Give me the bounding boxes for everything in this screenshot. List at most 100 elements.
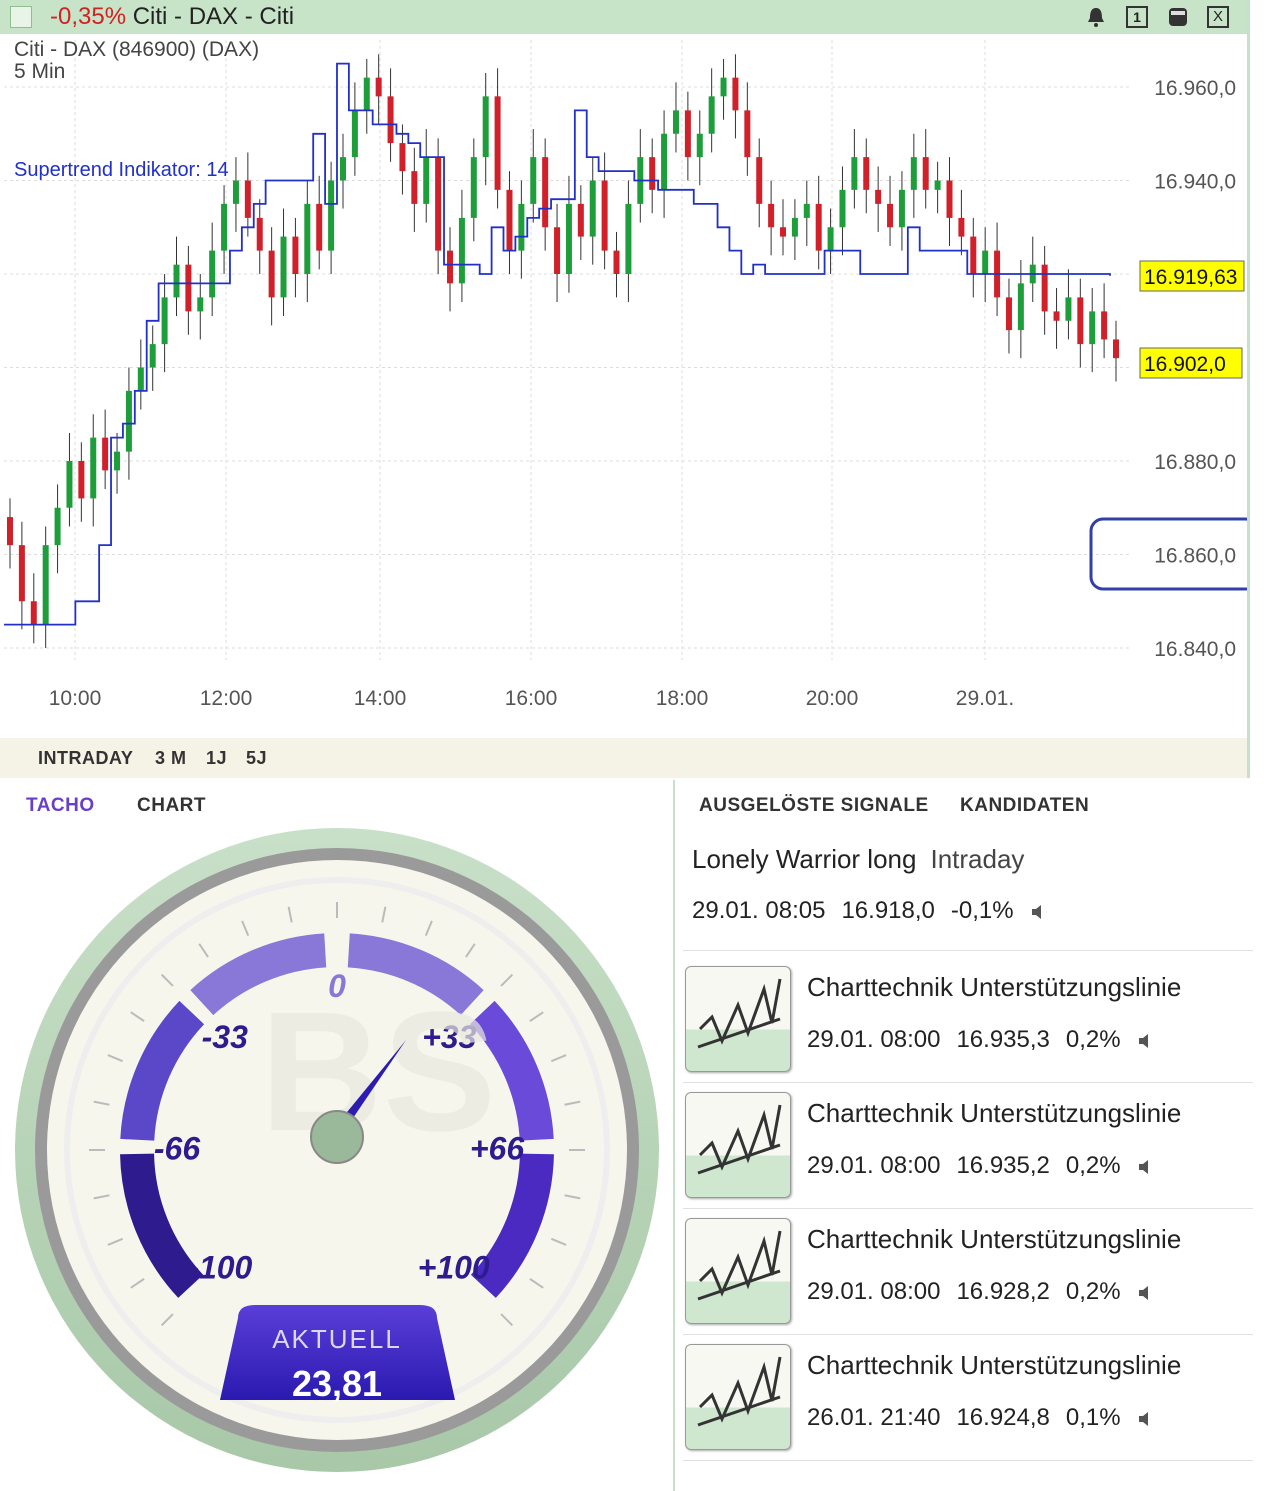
divider: [683, 950, 1253, 951]
signal-details: 29.01. 08:00 16.935,3 0,2%: [807, 1026, 1153, 1054]
window-title: -0,35% Citi - DAX - Citi: [50, 3, 294, 31]
interval-label: 5 Min: [14, 60, 65, 83]
tab-triggered-signals[interactable]: AUSGELÖSTE SIGNALE: [699, 795, 929, 817]
tab-tacho[interactable]: TACHO: [26, 795, 95, 817]
price-chart[interactable]: Citi - DAX (846900) (DAX) 5 Min Supertre…: [0, 34, 1247, 738]
range-1j[interactable]: 1J: [206, 748, 227, 769]
candle-down: [863, 157, 870, 190]
candle-down: [494, 96, 501, 190]
candle-up: [530, 157, 537, 204]
chart-window: -0,35% Citi - DAX - Citi 1 X Citi - DAX …: [0, 0, 1250, 778]
tab-candidates[interactable]: KANDIDATEN: [960, 795, 1089, 817]
layout-one-button[interactable]: 1: [1126, 6, 1148, 28]
chart-app-icon: [10, 6, 32, 28]
chart-pattern-icon: [685, 1092, 791, 1198]
candle-up: [934, 180, 941, 190]
candle-down: [946, 180, 953, 218]
candle-up: [589, 180, 596, 237]
x-tick-label: 29.01.: [956, 687, 1014, 710]
candle-up: [625, 203, 632, 274]
x-axis: 10:00 12:00 14:00 16:00 18:00 20:00 29.01.: [49, 687, 1014, 710]
title-bar[interactable]: -0,35% Citi - DAX - Citi 1 X: [0, 0, 1247, 34]
gauge-scale-label: -66: [154, 1130, 200, 1166]
signal-date: 29.01. 08:00: [807, 1026, 941, 1053]
signal-first-timeframe: Intraday: [930, 844, 1025, 874]
x-tick-label: 14:00: [354, 687, 407, 710]
signal-price: 16.924,8: [956, 1404, 1050, 1431]
aktuell-label: AKTUELL: [272, 1324, 402, 1354]
x-tick-label: 10:00: [49, 687, 102, 710]
candle-up: [803, 203, 810, 218]
candle-up: [209, 250, 216, 298]
signal-first[interactable]: Lonely Warrior long Intraday 29.01. 08:05…: [692, 844, 1262, 925]
candle-up: [280, 236, 287, 298]
aktuell-value: 23,81: [292, 1363, 382, 1404]
alarm-bell-icon[interactable]: [1085, 6, 1107, 28]
candle-up: [54, 507, 61, 546]
candle-up: [458, 217, 465, 284]
candle-up: [66, 461, 73, 508]
candle-up: [672, 110, 679, 134]
candle-up: [518, 203, 525, 251]
range-intraday[interactable]: INTRADAY: [38, 748, 133, 769]
signal-row[interactable]: Charttechnik Unterstützungslinie 29.01. 0…: [683, 1212, 1272, 1330]
speaker-icon[interactable]: [1030, 903, 1046, 921]
candle-up: [114, 451, 121, 471]
x-tick-label: 20:00: [806, 687, 859, 710]
signal-row[interactable]: Charttechnik Unterstützungslinie 26.01. 2…: [683, 1338, 1272, 1456]
candle-up: [696, 133, 703, 158]
watermark-logo: BS: [260, 977, 496, 1167]
close-button[interactable]: X: [1207, 6, 1229, 28]
candle-down: [1053, 311, 1060, 321]
gauge-scale-label: +100: [418, 1250, 490, 1286]
candle-down: [922, 157, 929, 190]
candle-up: [173, 264, 180, 298]
signal-row[interactable]: Charttechnik Unterstützungslinie 29.01. 0…: [683, 1086, 1272, 1204]
candle-up: [661, 133, 668, 190]
x-tick-label: 18:00: [656, 687, 709, 710]
signal-name: Charttechnik Unterstützungslinie: [807, 1350, 1182, 1380]
candle-up: [482, 96, 489, 158]
tab-chart[interactable]: CHART: [137, 795, 206, 817]
candle-down: [1041, 264, 1048, 312]
candle-down: [268, 250, 275, 298]
candle-down: [30, 601, 37, 625]
candle-down: [435, 157, 442, 251]
speaker-icon[interactable]: [1137, 1032, 1153, 1050]
candle-down: [78, 461, 85, 499]
tacho-gauge: -100-66-330+33+66+100 BS AKTUELL 23,81: [15, 828, 659, 1472]
y-tick-label: 16.960,0: [1154, 77, 1236, 100]
candle-up: [137, 367, 144, 391]
candle-down: [768, 203, 775, 228]
title-name: Citi - DAX - Citi: [132, 3, 295, 30]
candle-up: [898, 189, 905, 228]
speaker-icon[interactable]: [1137, 1158, 1153, 1176]
database-icon[interactable]: [1167, 6, 1189, 28]
candle-down: [815, 203, 822, 251]
supertrend-marker-label: 16.919,63: [1144, 266, 1237, 289]
signal-date: 29.01. 08:00: [807, 1152, 941, 1179]
tacho-panel: TACHO CHART -100 -66 -33 0 +33 +66 +100 BS AKT…: [0, 780, 670, 1491]
speaker-icon[interactable]: [1137, 1410, 1153, 1428]
signal-name: Charttechnik Unterstützungslinie: [807, 1098, 1182, 1128]
signal-change: 0,2%: [1065, 1152, 1121, 1179]
candle-up: [363, 77, 370, 111]
indicator-label: Supertrend Indikator: 14: [14, 159, 229, 181]
range-5j[interactable]: 5J: [246, 748, 267, 769]
candle-down: [554, 227, 561, 274]
signal-details: 26.01. 21:40 16.924,8 0,1%: [807, 1404, 1153, 1432]
candle-up: [161, 297, 168, 345]
title-change: -0,35%: [50, 3, 127, 30]
candle-down: [958, 217, 965, 237]
speaker-icon[interactable]: [1137, 1284, 1153, 1302]
candle-up: [791, 217, 798, 237]
y-tick-label: 16.940,0: [1154, 171, 1236, 194]
range-3m[interactable]: 3 M: [155, 748, 187, 769]
candle-up: [42, 545, 49, 625]
signal-row[interactable]: Charttechnik Unterstützungslinie 29.01. 0…: [683, 960, 1272, 1078]
candle-down: [244, 180, 251, 218]
candle-down: [780, 227, 787, 237]
chart-grid: [4, 40, 1130, 660]
candle-down: [7, 517, 13, 546]
candle-down: [292, 236, 299, 274]
